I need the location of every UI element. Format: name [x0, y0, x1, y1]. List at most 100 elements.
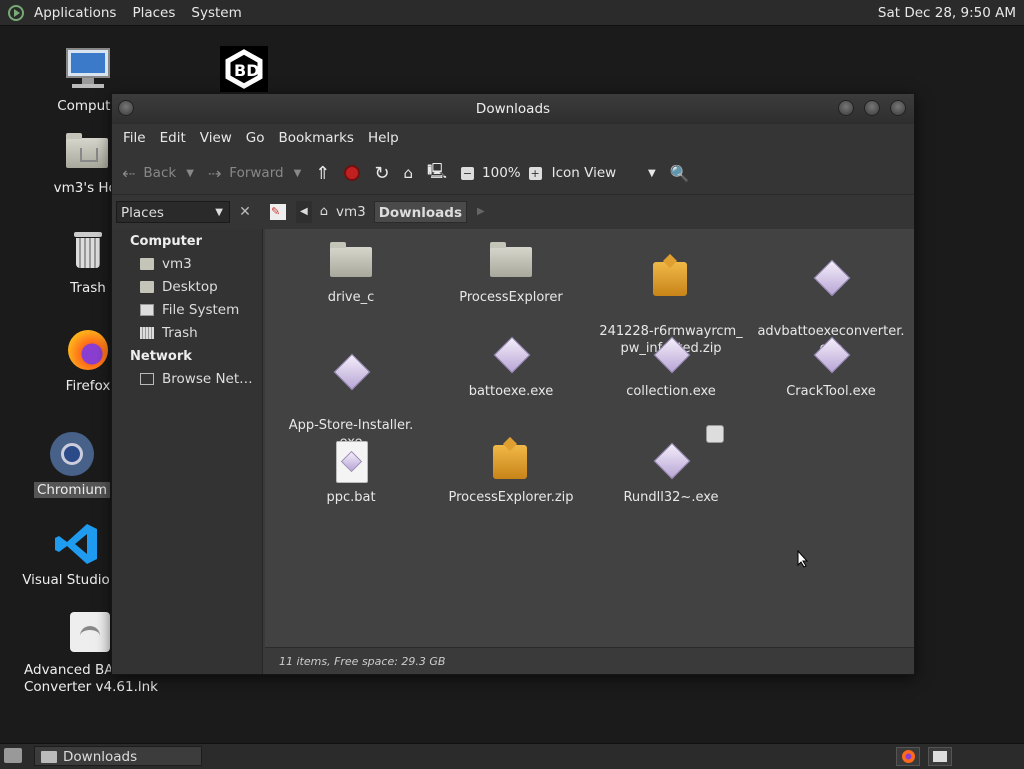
up-icon[interactable]: ⇑ — [315, 163, 330, 184]
forward-history-dropdown-icon[interactable]: ▼ — [294, 168, 302, 179]
sidebar-item-vm3[interactable]: vm3 — [112, 252, 262, 275]
sidebar-item-browse-network[interactable]: Browse Net… — [112, 367, 262, 390]
home-folder-icon — [64, 128, 112, 176]
file-name: ProcessExplorer.zip — [448, 490, 574, 505]
file-item[interactable]: drive_c — [276, 239, 426, 306]
close-button[interactable] — [890, 100, 906, 116]
toggle-location-entry-icon[interactable]: ✎ — [270, 204, 286, 220]
taskbar: Downloads — [0, 743, 1024, 769]
file-item[interactable]: battoexe.exe — [436, 333, 586, 400]
view-mode-label: Icon View — [551, 165, 617, 181]
menu-bookmarks[interactable]: Bookmarks — [272, 130, 361, 146]
applications-menu[interactable]: Applications — [26, 5, 124, 21]
menubar: File Edit View Go Bookmarks Help — [112, 124, 914, 152]
back-button[interactable]: ⇠ Back ▼ — [122, 164, 194, 183]
lock-icon — [706, 425, 724, 443]
search-icon[interactable]: 🔍 — [670, 164, 690, 183]
link-file-icon — [66, 610, 114, 658]
sidebar-item-label: vm3 — [162, 255, 192, 272]
menu-edit[interactable]: Edit — [153, 130, 193, 146]
file-view[interactable]: drive_c ProcessExplorer 241228-r6rmwayrc… — [265, 229, 914, 647]
desktop-icon-chromium[interactable]: Chromium — [22, 430, 122, 499]
file-name: battoexe.exe — [468, 384, 554, 399]
file-item[interactable]: Rundll32~.exe — [596, 425, 746, 506]
sidebar-type-label: Places — [121, 205, 164, 221]
executable-icon — [648, 333, 694, 379]
desktop-icon-label: Chromium — [33, 482, 111, 498]
menu-help[interactable]: Help — [361, 130, 406, 146]
sidebar-item-file-system[interactable]: File System — [112, 298, 262, 321]
toolbar: ⇠ Back ▼ ⇢ Forward ▼ ⇑ ↻ ⌂ 🖳 − 100% + Ic… — [112, 152, 914, 195]
file-manager-tray-icon[interactable] — [928, 747, 952, 766]
taskbar-window-downloads[interactable]: Downloads — [34, 746, 202, 766]
file-name: drive_c — [327, 290, 375, 305]
path-left-arrow-icon[interactable]: ◀ — [296, 201, 312, 223]
system-menu[interactable]: System — [183, 5, 249, 21]
top-panel: Applications Places System Sat Dec 28, 9… — [0, 0, 1024, 26]
sidebar-item-label: Browse Net… — [162, 370, 253, 387]
executable-icon — [808, 256, 854, 302]
file-name: ProcessExplorer — [459, 290, 563, 305]
zoom-in-icon[interactable]: + — [528, 166, 542, 180]
back-arrow-icon: ⇠ — [122, 163, 136, 183]
file-item[interactable]: ProcessExplorer.zip — [436, 439, 586, 506]
home-folder-icon — [140, 257, 154, 270]
forward-button[interactable]: ⇢ Forward ▼ — [208, 164, 301, 183]
computer-icon[interactable]: 🖳 — [427, 161, 447, 186]
file-item[interactable]: CrackTool.exe — [756, 333, 906, 400]
location-bar: Places ▼ ✕ ✎ ◀ ⌂ vm3 Downloads ▶ — [112, 195, 914, 229]
home-icon[interactable]: ⌂ — [403, 164, 413, 182]
path-right-arrow-icon[interactable]: ▶ — [473, 201, 489, 223]
file-name: Rundll32~.exe — [623, 490, 719, 505]
file-item[interactable]: ppc.bat — [276, 439, 426, 506]
executable-icon — [808, 333, 854, 379]
breadcrumb-vm3[interactable]: vm3 — [332, 201, 370, 223]
folder-icon — [488, 239, 534, 285]
file-name: collection.exe — [626, 384, 716, 399]
file-item[interactable]: ProcessExplorer — [436, 239, 586, 306]
mate-logo-icon[interactable] — [8, 4, 24, 21]
menu-go[interactable]: Go — [239, 130, 272, 146]
forward-label: Forward — [229, 165, 284, 181]
back-history-dropdown-icon[interactable]: ▼ — [186, 168, 194, 179]
statusbar: 11 items, Free space: 29.3 GB — [265, 647, 914, 674]
show-desktop-icon[interactable] — [4, 748, 22, 763]
sidebar-item-label: File System — [162, 301, 240, 318]
sidebar: Computer vm3 Desktop File System Trash N… — [112, 229, 263, 674]
minimize-button[interactable] — [838, 100, 854, 116]
folder-icon — [328, 239, 374, 285]
maximize-button[interactable] — [864, 100, 880, 116]
window-titlebar[interactable]: Downloads — [112, 94, 914, 124]
firefox-tray-icon[interactable] — [896, 747, 920, 766]
sidebar-section-network: Network — [130, 349, 192, 364]
window-menu-button[interactable] — [118, 100, 134, 116]
menu-file[interactable]: File — [116, 130, 153, 146]
sidebar-item-trash[interactable]: Trash — [112, 321, 262, 344]
sidebar-item-label: Desktop — [162, 278, 218, 295]
reload-icon[interactable]: ↻ — [374, 163, 389, 184]
file-manager-window: Downloads File Edit View Go Bookmarks He… — [111, 93, 915, 675]
forward-arrow-icon: ⇢ — [207, 163, 222, 183]
close-sidebar-icon[interactable]: ✕ — [234, 201, 256, 223]
menu-view[interactable]: View — [193, 130, 239, 146]
bd-logo-icon[interactable]: BD — [220, 46, 268, 92]
zoom-out-icon[interactable]: − — [461, 166, 475, 180]
window-title: Downloads — [475, 101, 551, 117]
zoom-level[interactable]: 100% — [482, 165, 521, 181]
stop-icon[interactable] — [344, 165, 361, 181]
file-item[interactable]: collection.exe — [596, 333, 746, 400]
breadcrumb-downloads[interactable]: Downloads — [373, 201, 467, 223]
clock[interactable]: Sat Dec 28, 9:50 AM — [878, 5, 1024, 21]
executable-icon — [328, 350, 374, 396]
firefox-icon — [64, 326, 112, 374]
sidebar-section-computer: Computer — [130, 234, 203, 249]
mouse-cursor-icon — [797, 550, 809, 568]
network-icon — [140, 372, 154, 385]
view-mode-select[interactable]: Icon View ▼ — [552, 165, 656, 181]
sidebar-type-select[interactable]: Places ▼ — [116, 201, 230, 223]
executable-icon — [648, 425, 724, 485]
sidebar-item-desktop[interactable]: Desktop — [112, 275, 262, 298]
taskbar-window-label: Downloads — [63, 749, 138, 765]
chevron-down-icon: ▼ — [215, 207, 223, 218]
places-menu[interactable]: Places — [124, 5, 183, 21]
